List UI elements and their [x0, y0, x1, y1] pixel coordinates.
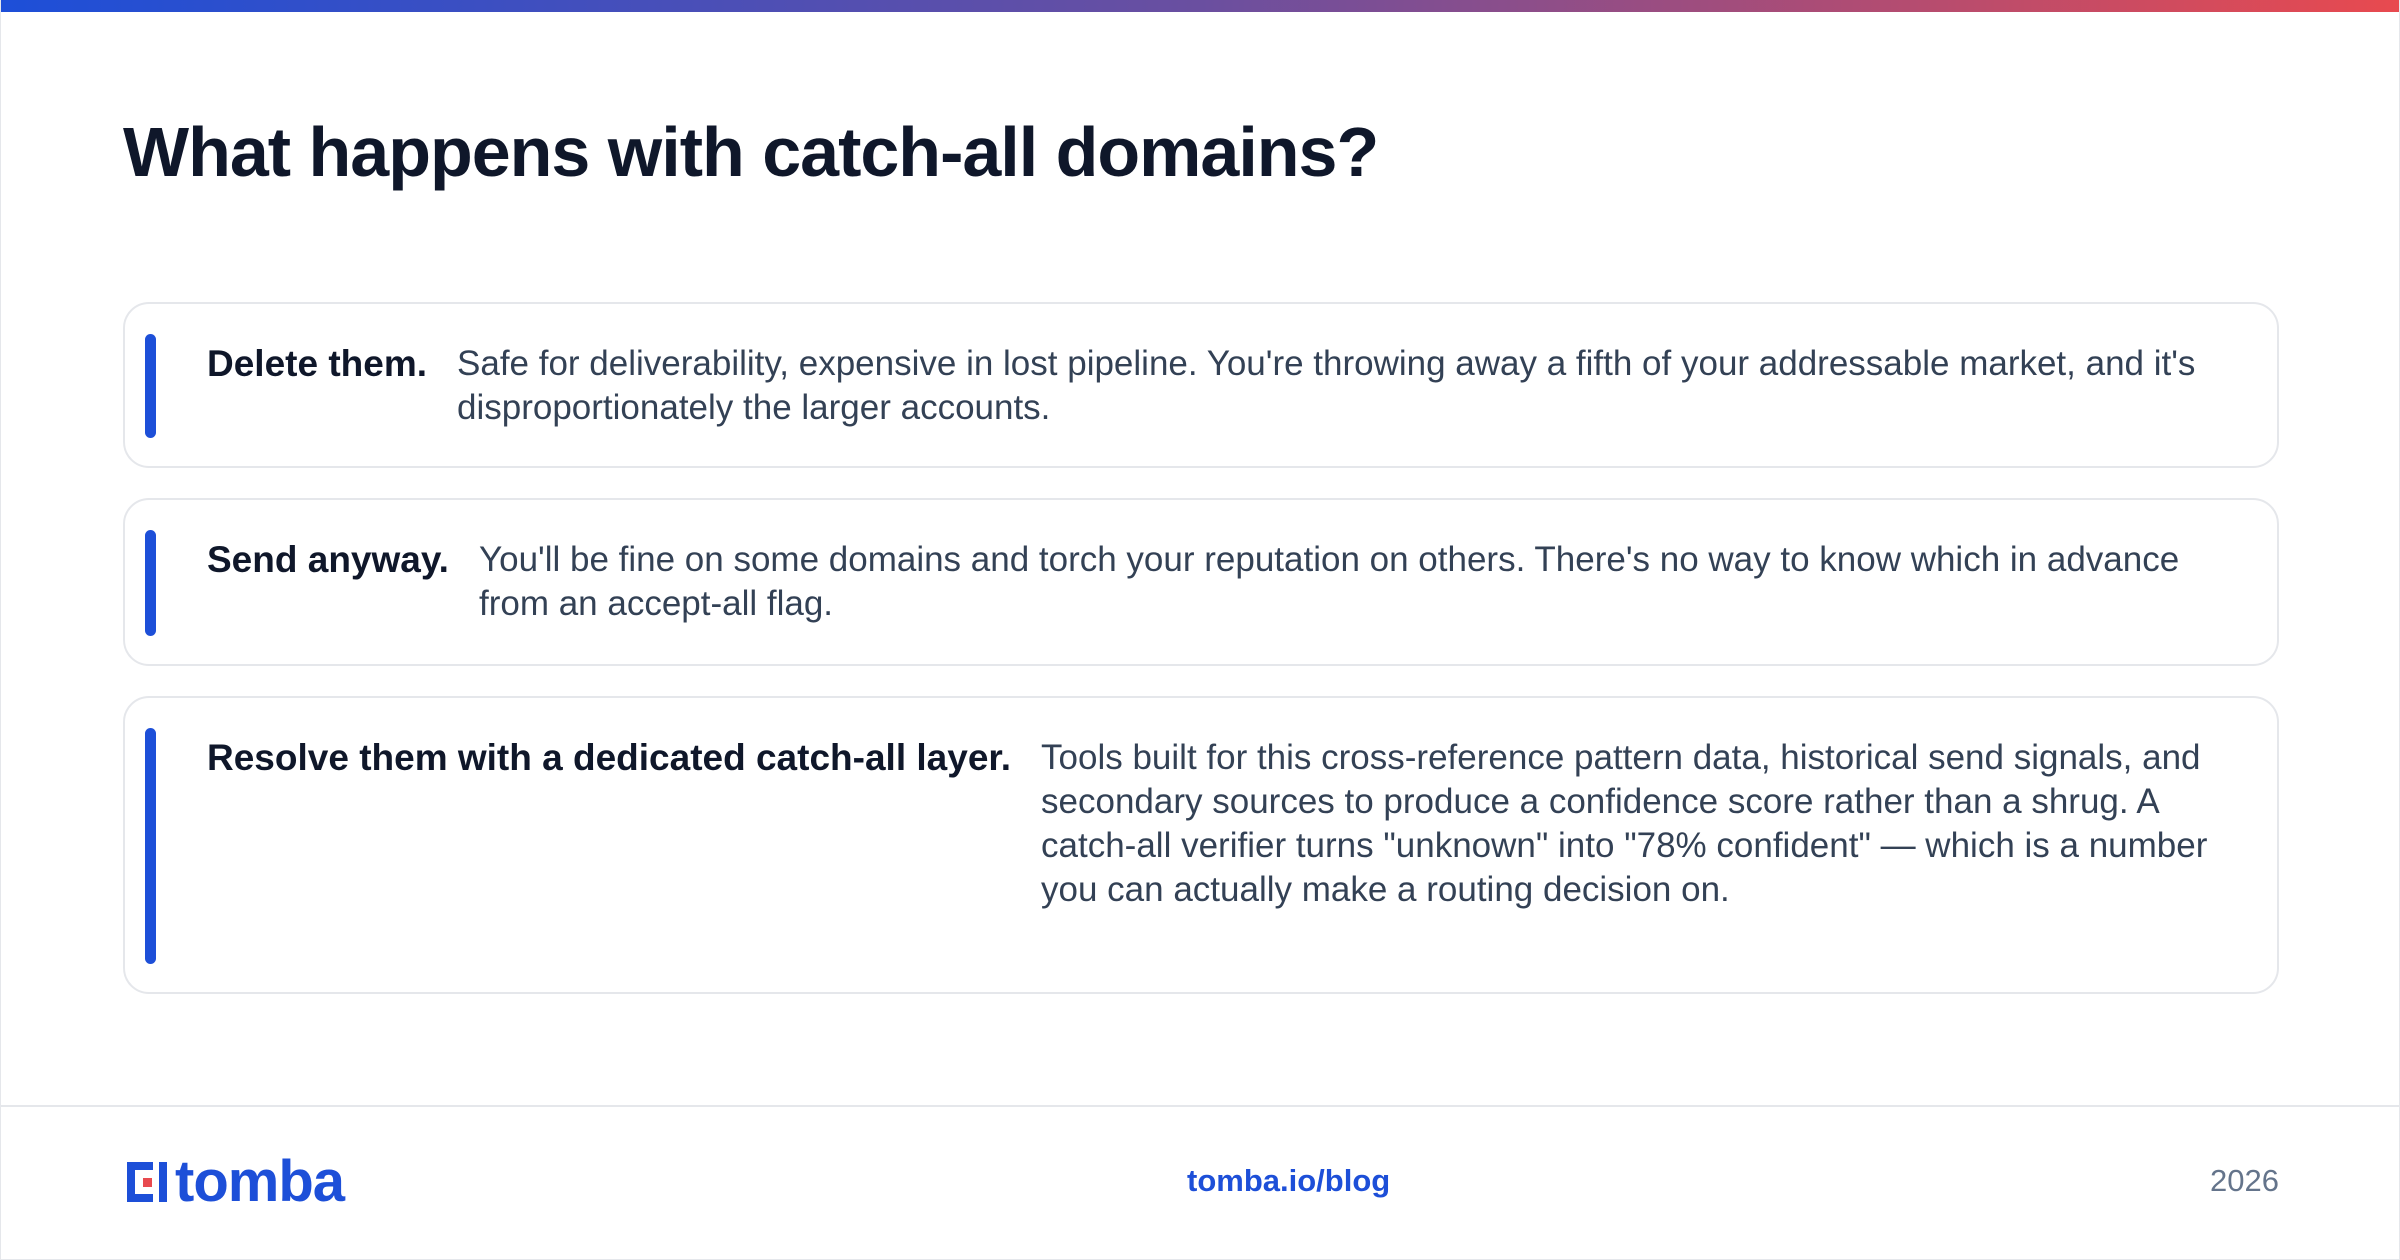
page-title: What happens with catch-all domains? — [123, 113, 1379, 191]
option-body: Safe for deliverability, expensive in lo… — [457, 344, 2196, 427]
option-lead: Send anyway. — [207, 539, 449, 580]
option-card-delete: Delete them. Safe for deliverability, ex… — [123, 302, 2279, 468]
top-gradient-bar — [1, 0, 2399, 12]
option-lead: Resolve them with a dedicated catch-all … — [207, 737, 1012, 778]
card-accent-bar — [145, 334, 156, 438]
options-list: Delete them. Safe for deliverability, ex… — [123, 302, 2279, 1024]
option-lead: Delete them. — [207, 343, 428, 384]
option-card-send: Send anyway. You'll be fine on some doma… — [123, 498, 2279, 666]
card-accent-bar — [145, 530, 156, 636]
tomba-logo-icon — [127, 1162, 167, 1202]
tomba-logo[interactable]: tomba — [123, 1149, 345, 1214]
card-accent-bar — [145, 728, 156, 964]
option-card-resolve: Resolve them with a dedicated catch-all … — [123, 696, 2279, 994]
footer-divider — [1, 1105, 2399, 1107]
logo-wordmark: tomba — [175, 1149, 345, 1214]
footer-year: 2026 — [2210, 1163, 2279, 1198]
option-body: You'll be fine on some domains and torch… — [478, 540, 2180, 623]
option-body: Tools built for this cross-reference pat… — [1041, 738, 2208, 909]
blog-link[interactable]: tomba.io/blog — [1187, 1163, 1390, 1199]
